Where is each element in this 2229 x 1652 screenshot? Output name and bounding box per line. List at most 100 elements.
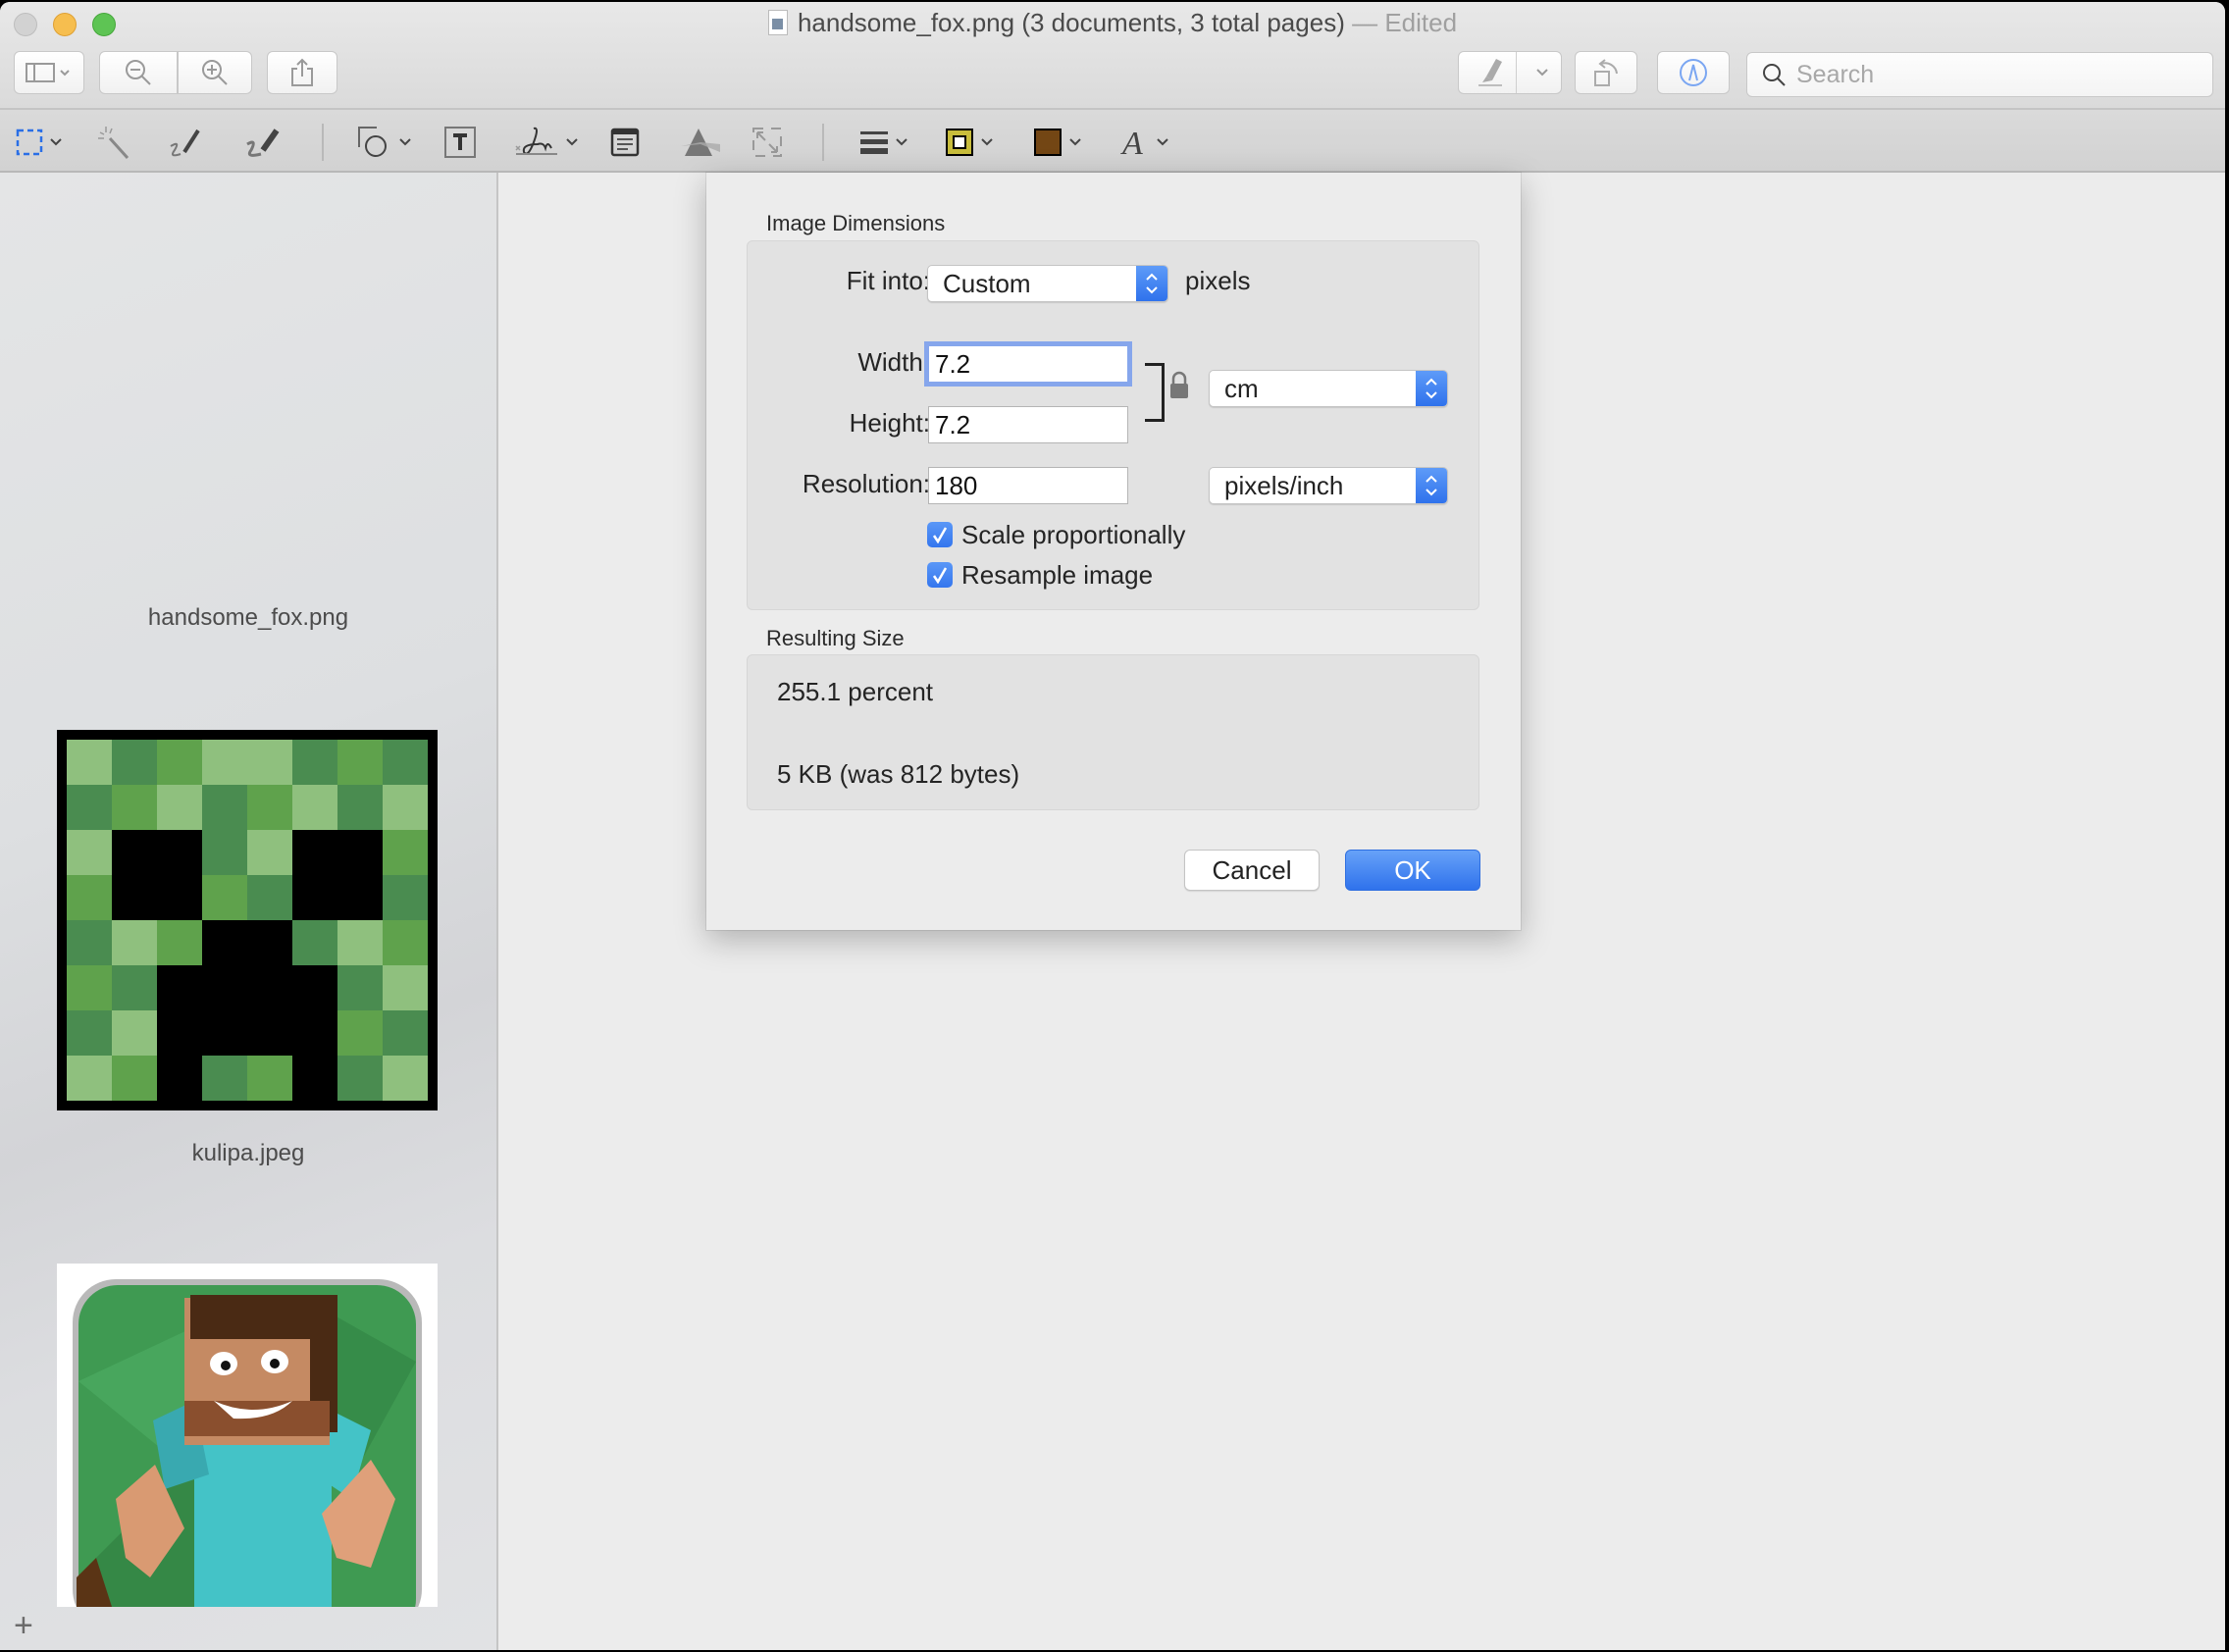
thumbnail-steve[interactable] (57, 1264, 438, 1607)
thumbnail-handsome-fox[interactable] (57, 202, 438, 575)
scale-proportionally-label: Scale proportionally (961, 520, 1186, 549)
sign-tool[interactable] (514, 122, 579, 163)
height-field[interactable] (928, 406, 1128, 443)
sketch-tool[interactable] (165, 122, 204, 163)
draw-icon (246, 129, 280, 157)
creeper-face-image (67, 740, 428, 1101)
resolution-label: Resolution: (802, 469, 930, 498)
note-tool[interactable] (610, 122, 640, 163)
lock-icon[interactable] (1169, 371, 1189, 400)
text-style-tool[interactable]: A (1120, 122, 1169, 163)
creeper-pixel (383, 740, 428, 785)
fill-color-icon (1034, 129, 1062, 156)
markup-toolbar-button[interactable] (1657, 51, 1730, 94)
fit-into-label: Fit into: (846, 266, 930, 295)
chevron-down-icon[interactable] (1535, 66, 1549, 79)
selection-tool[interactable] (16, 122, 63, 163)
prism-icon (681, 129, 720, 156)
fit-into-value: Custom (943, 268, 1031, 298)
creeper-pixel (292, 1056, 337, 1101)
creeper-pixel (292, 785, 337, 830)
units-popup[interactable]: cm (1209, 370, 1448, 407)
creeper-pixel (67, 740, 112, 785)
width-field[interactable] (928, 345, 1128, 383)
scale-proportionally-checkbox[interactable] (927, 522, 953, 547)
creeper-pixel (202, 1056, 247, 1101)
adjust-size-tool[interactable] (752, 122, 783, 163)
highlight-button[interactable] (1458, 51, 1562, 94)
checkmark-icon (932, 527, 948, 543)
toolbar-separator (322, 124, 324, 161)
fill-color-tool[interactable] (1033, 122, 1082, 163)
creeper-pixel (202, 830, 247, 875)
sidebar-toggle-button[interactable] (14, 51, 84, 94)
thumbnail-label: handsome_fox.png (147, 604, 349, 631)
aspect-link-bracket (1145, 363, 1165, 422)
popup-stepper-icon (1416, 371, 1447, 406)
creeper-pixel (157, 920, 202, 965)
image-dimensions-title: Image Dimensions (766, 211, 946, 235)
creeper-pixel (112, 920, 157, 965)
chevron-down-icon (50, 138, 62, 146)
creeper-pixel (112, 965, 157, 1010)
creeper-pixel (292, 830, 337, 875)
share-icon (291, 58, 313, 86)
adjust-color-tool[interactable] (679, 122, 722, 163)
toolbar-separator (822, 124, 824, 161)
resolution-unit-popup[interactable]: pixels/inch (1209, 467, 1448, 504)
creeper-pixel (202, 740, 247, 785)
shapes-tool[interactable] (357, 122, 412, 163)
creeper-pixel (247, 830, 292, 875)
thumbnail-kulipa[interactable] (57, 730, 438, 1110)
add-page-button[interactable]: + (14, 1609, 33, 1642)
search-field[interactable] (1746, 52, 2213, 97)
instant-alpha-tool[interactable] (96, 122, 131, 163)
zoom-in-button[interactable] (178, 51, 252, 94)
creeper-pixel (202, 785, 247, 830)
sketch-icon (170, 129, 200, 157)
draw-tool[interactable] (239, 122, 283, 163)
line-style-icon (860, 131, 888, 154)
creeper-pixel (247, 1010, 292, 1056)
text-tool[interactable] (443, 122, 477, 163)
creeper-pixel (383, 965, 428, 1010)
result-file-size: 5 KB (was 812 bytes) (777, 759, 1020, 789)
toolbar-divider (0, 108, 2225, 110)
creeper-pixel (337, 875, 383, 920)
creeper-pixel (292, 740, 337, 785)
creeper-pixel (383, 1010, 428, 1056)
ok-button[interactable]: OK (1345, 850, 1480, 891)
zoom-out-button[interactable] (99, 51, 178, 94)
resulting-size-title: Resulting Size (766, 626, 905, 650)
fit-into-popup[interactable]: Custom (927, 265, 1168, 302)
creeper-pixel (112, 785, 157, 830)
creeper-pixel (247, 965, 292, 1010)
creeper-pixel (67, 1056, 112, 1101)
window-title-text: handsome_fox.png (3 documents, 3 total p… (797, 8, 1345, 37)
svg-text:A: A (1120, 127, 1143, 158)
creeper-pixel (202, 875, 247, 920)
creeper-pixel (112, 875, 157, 920)
creeper-pixel (157, 1056, 202, 1101)
border-color-tool[interactable] (945, 122, 994, 163)
cancel-button[interactable]: Cancel (1184, 850, 1320, 891)
creeper-pixel (157, 965, 202, 1010)
window-title: handsome_fox.png (3 documents, 3 total p… (0, 8, 2225, 38)
resolution-field[interactable] (928, 467, 1128, 504)
result-percent: 255.1 percent (777, 677, 934, 706)
rotate-icon (1594, 59, 1618, 86)
text-box-icon (444, 127, 476, 158)
rotate-button[interactable] (1575, 51, 1637, 94)
creeper-pixel (337, 920, 383, 965)
chevron-down-icon (399, 138, 411, 146)
creeper-pixel (247, 1056, 292, 1101)
chevron-down-icon (566, 138, 578, 146)
resample-image-checkbox[interactable] (927, 562, 953, 588)
creeper-pixel (383, 1056, 428, 1101)
shape-style-tool[interactable] (859, 122, 908, 163)
creeper-pixel (337, 785, 383, 830)
share-button[interactable] (267, 51, 337, 94)
search-input[interactable] (1794, 59, 2191, 90)
width-label: Width: (857, 347, 930, 377)
document-icon (767, 10, 788, 35)
